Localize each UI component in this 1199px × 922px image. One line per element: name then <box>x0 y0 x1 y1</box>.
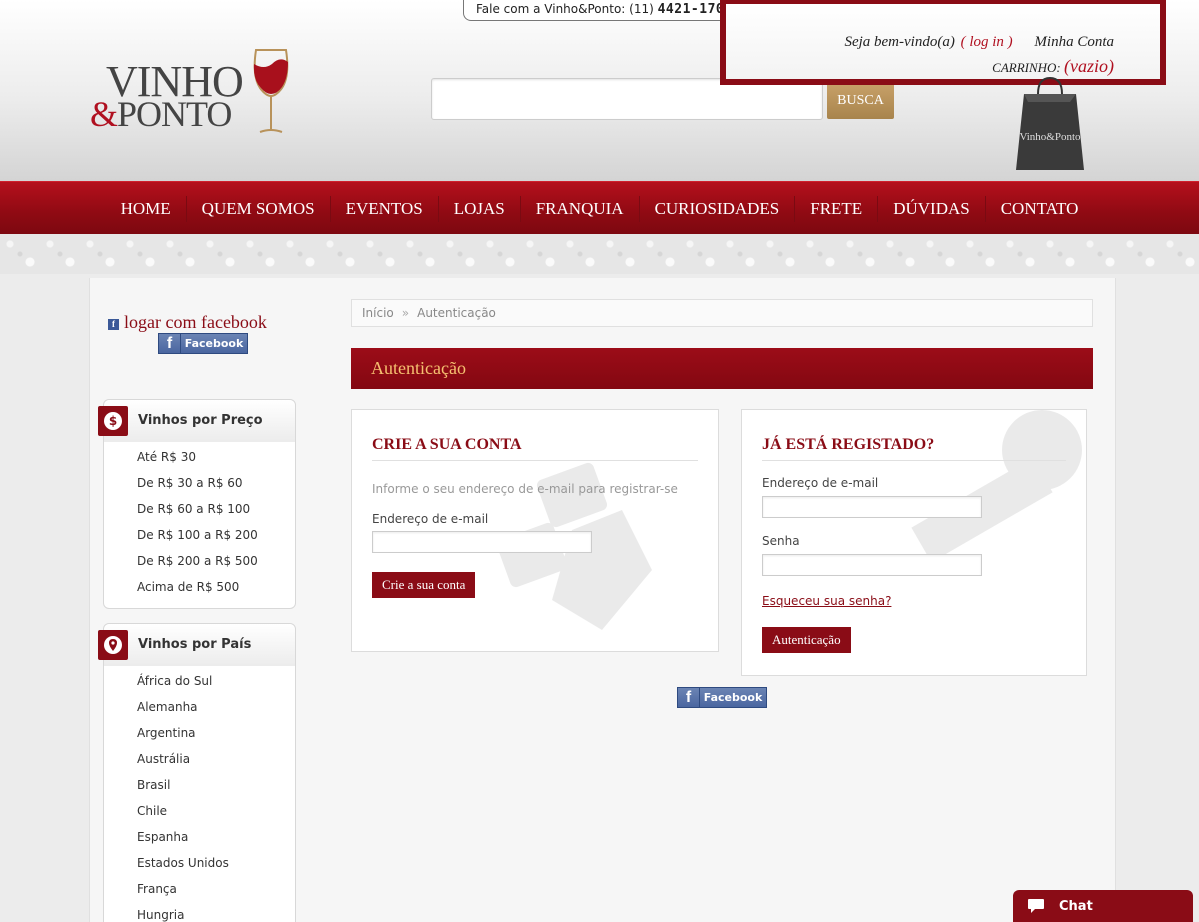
chat-label: Chat <box>1059 898 1093 914</box>
price-filter-header: $ Vinhos por Preço <box>98 400 295 442</box>
shopping-bag-icon[interactable]: Vinho&Ponto <box>1014 76 1086 174</box>
divider <box>762 460 1066 461</box>
password-label: Senha <box>762 534 800 548</box>
cart-line[interactable]: CARRINHO: (vazio) <box>992 56 1114 77</box>
create-account-panel: CRIE A SUA CONTA Informe o seu endereço … <box>351 409 719 652</box>
price-filter-item[interactable]: Até R$ 30 <box>137 444 295 470</box>
login-panel: JÁ ESTÁ REGISTADO? Endereço de e-mail Se… <box>741 409 1087 676</box>
nav-item-frete[interactable]: FRETE <box>794 195 877 222</box>
create-account-hint: Informe o seu endereço de e-mail para re… <box>372 482 678 496</box>
sidebar-facebook-button[interactable]: f Facebook <box>158 333 248 354</box>
site-header: Fale com a Vinho&Ponto: (11) 4421-1705 V… <box>0 0 1199 181</box>
password-input[interactable] <box>762 554 982 576</box>
price-filter-item[interactable]: De R$ 30 a R$ 60 <box>137 470 295 496</box>
facebook-button-label: Facebook <box>184 337 244 350</box>
phone-tab: Fale com a Vinho&Ponto: (11) 4421-1705 <box>463 0 744 21</box>
facebook-icon: f <box>159 334 181 353</box>
login-link[interactable]: ( log in ) <box>961 34 1013 50</box>
forgot-password-link[interactable]: Esqueceu sua senha? <box>762 594 891 608</box>
breadcrumb-separator: » <box>401 306 410 320</box>
price-filter-item[interactable]: De R$ 200 a R$ 500 <box>137 548 295 574</box>
cart-status[interactable]: (vazio) <box>1064 56 1114 76</box>
price-filter-item[interactable]: De R$ 100 a R$ 200 <box>137 522 295 548</box>
login-email-label: Endereço de e-mail <box>762 476 879 490</box>
country-filter-item[interactable]: Espanha <box>137 824 295 850</box>
login-title: JÁ ESTÁ REGISTADO? <box>762 436 935 453</box>
search-button[interactable]: BUSCA <box>827 82 894 119</box>
main-nav: HOME QUEM SOMOS EVENTOS LOJAS FRANQUIA C… <box>0 181 1199 234</box>
chat-widget[interactable]: Chat <box>1013 890 1193 922</box>
welcome-text: Seja bem-vindo(a) <box>844 34 955 50</box>
create-email-input[interactable] <box>372 531 592 553</box>
nav-item-quem-somos[interactable]: QUEM SOMOS <box>185 195 330 222</box>
wine-glass-icon <box>253 49 289 133</box>
cart-label: CARRINHO: <box>992 60 1061 75</box>
country-filter-item[interactable]: Hungria <box>137 902 295 922</box>
country-filter-item[interactable]: Argentina <box>137 720 295 746</box>
my-account-link[interactable]: Minha Conta <box>1034 34 1114 50</box>
divider <box>372 460 698 461</box>
country-filter-item[interactable]: França <box>137 876 295 902</box>
breadcrumb: Início » Autenticação <box>351 299 1093 327</box>
nav-item-franquia[interactable]: FRANQUIA <box>519 195 639 222</box>
chat-bubble-icon <box>1013 898 1059 914</box>
svg-text:Vinho&Ponto: Vinho&Ponto <box>1019 131 1081 143</box>
price-filter-box: $ Vinhos por Preço Até R$ 30 De R$ 30 a … <box>98 399 296 609</box>
dollar-icon: $ <box>98 406 128 436</box>
nav-item-contato[interactable]: CONTATO <box>984 195 1094 222</box>
account-box: Seja bem-vindo(a) ( log in ) Minha Conta… <box>720 0 1166 85</box>
country-filter-box: Vinhos por País África do Sul Alemanha A… <box>98 623 296 922</box>
price-filter-item[interactable]: Acima de R$ 500 <box>137 574 295 600</box>
facebook-login-link[interactable]: f logar com facebook <box>108 312 267 333</box>
login-email-input[interactable] <box>762 496 982 518</box>
country-filter-item[interactable]: Austrália <box>137 746 295 772</box>
country-filter-header: Vinhos por País <box>98 624 295 666</box>
nav-item-duvidas[interactable]: DÚVIDAS <box>877 195 985 222</box>
facebook-icon: f <box>678 688 700 707</box>
nav-item-eventos[interactable]: EVENTOS <box>329 195 438 222</box>
breadcrumb-current: Autenticação <box>417 306 496 320</box>
welcome-line: Seja bem-vindo(a) ( log in ) Minha Conta <box>844 34 1114 51</box>
map-pin-icon <box>98 630 128 660</box>
site-logo[interactable]: VINHO &PONTO <box>86 44 296 140</box>
create-account-title: CRIE A SUA CONTA <box>372 436 522 453</box>
price-filter-item[interactable]: De R$ 60 a R$ 100 <box>137 496 295 522</box>
facebook-icon: f <box>108 319 119 330</box>
logo-line2: &PONTO <box>90 94 232 134</box>
breadcrumb-home[interactable]: Início <box>362 306 394 320</box>
create-email-label: Endereço de e-mail <box>372 512 489 526</box>
country-filter-item[interactable]: Brasil <box>137 772 295 798</box>
facebook-login-button[interactable]: f Facebook <box>677 687 767 708</box>
country-filter-item[interactable]: África do Sul <box>137 668 295 694</box>
price-filter-title: Vinhos por Preço <box>138 413 263 428</box>
country-filter-title: Vinhos por País <box>138 637 252 652</box>
phone-label: Fale com a Vinho&Ponto: (11) <box>476 2 654 16</box>
facebook-login-text: logar com facebook <box>124 312 267 332</box>
country-filter-item[interactable]: Alemanha <box>137 694 295 720</box>
nav-item-lojas[interactable]: LOJAS <box>437 195 520 222</box>
nav-item-curiosidades[interactable]: CURIOSIDADES <box>638 195 795 222</box>
login-button[interactable]: Autenticação <box>762 627 851 653</box>
country-filter-item[interactable]: Chile <box>137 798 295 824</box>
facebook-button-label: Facebook <box>703 691 763 704</box>
decorative-pattern <box>0 234 1199 274</box>
nav-item-home[interactable]: HOME <box>106 196 186 222</box>
country-filter-item[interactable]: Estados Unidos <box>137 850 295 876</box>
page-title: Autenticação <box>351 348 1093 389</box>
create-account-button[interactable]: Crie a sua conta <box>372 572 476 598</box>
